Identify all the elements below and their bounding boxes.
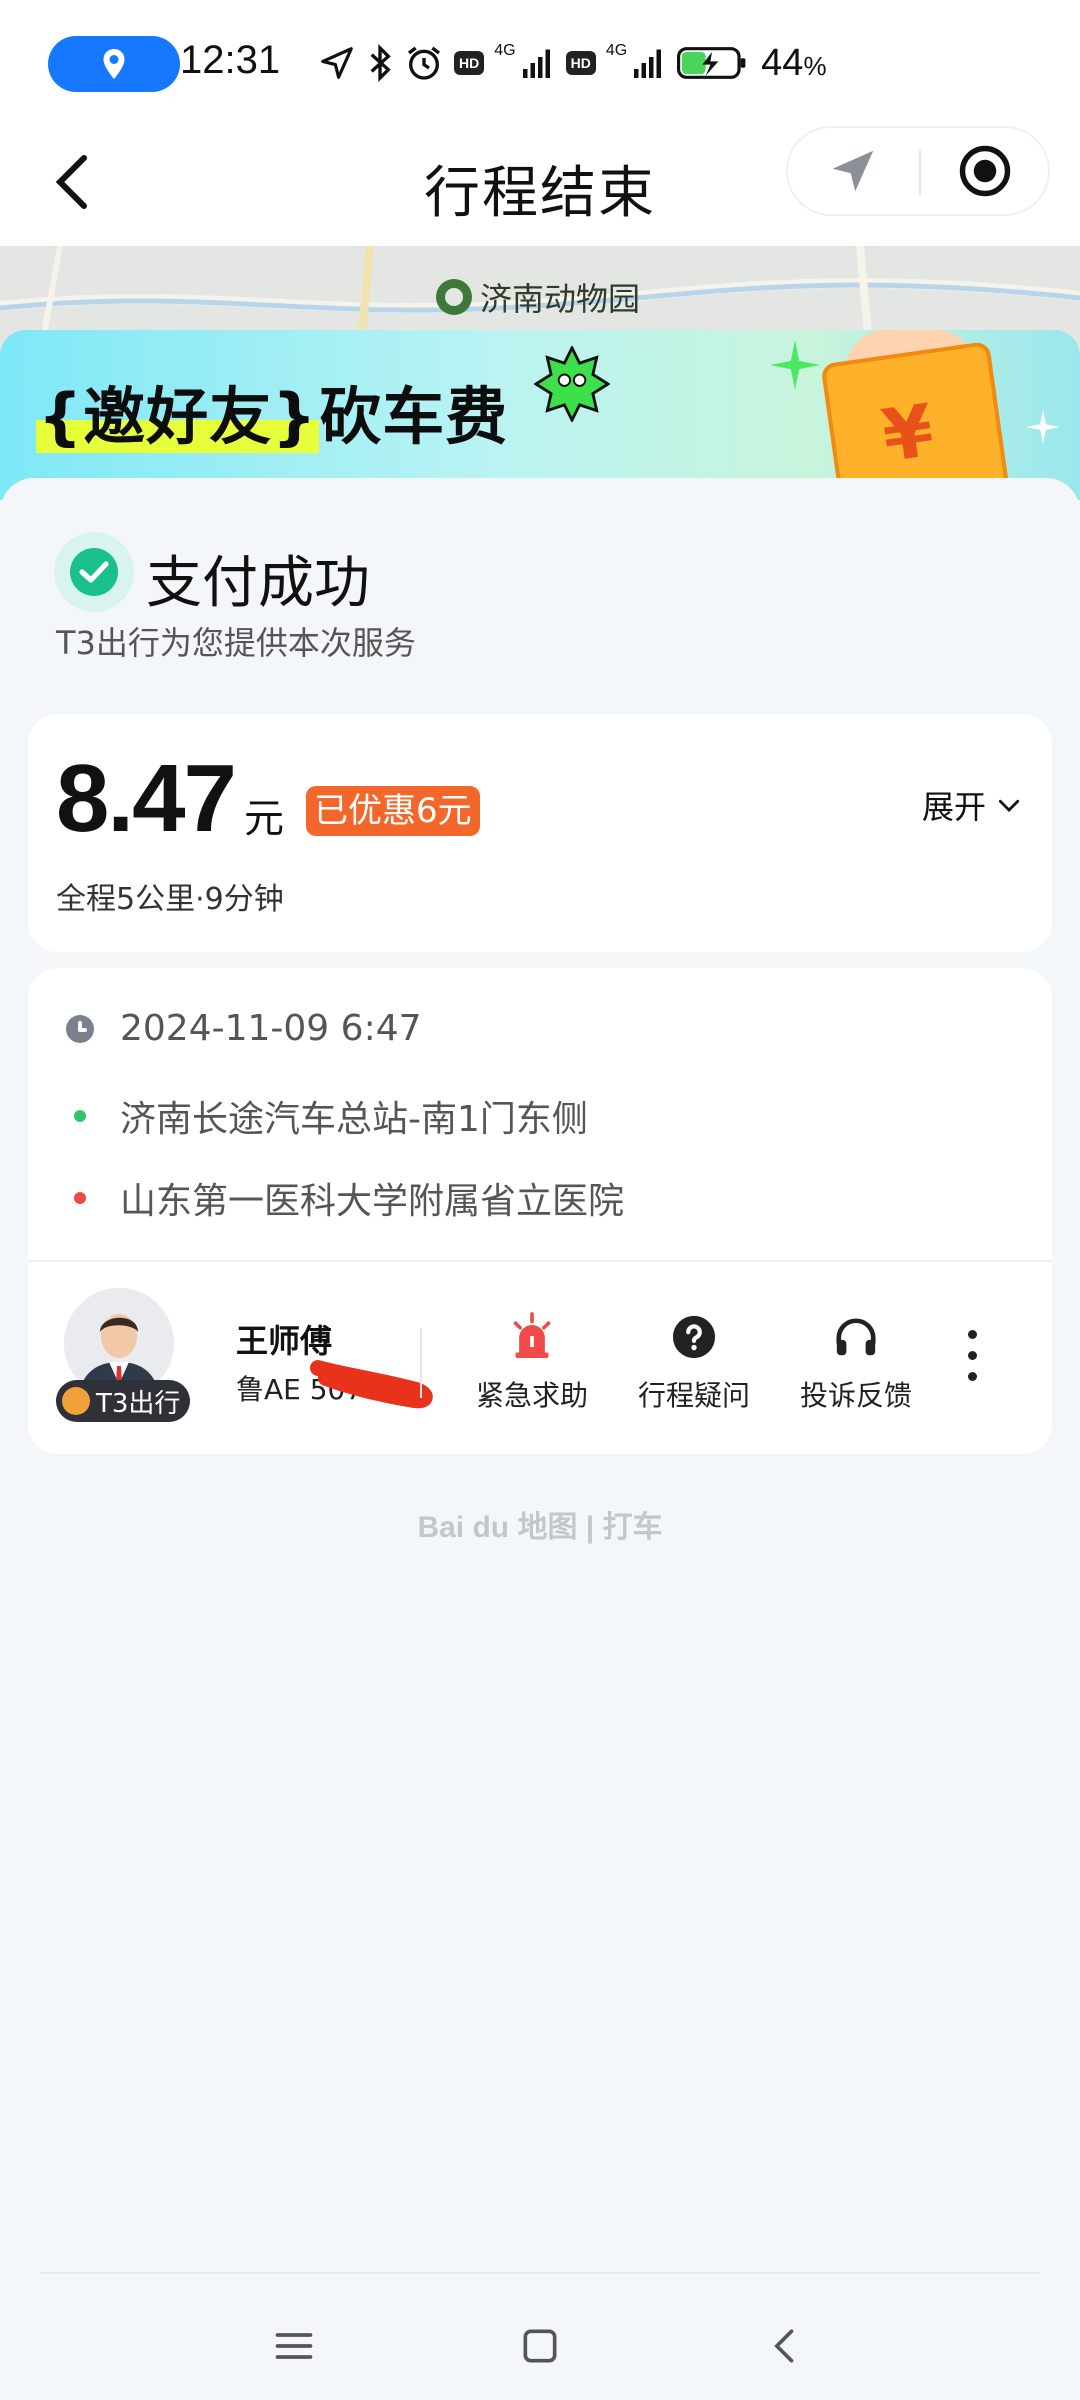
hd-badge-1: HD: [454, 51, 485, 75]
payment-success-badge: [54, 532, 134, 612]
destination-dot-icon: [74, 1192, 86, 1204]
trip-destination: 山东第一医科大学附属省立医院: [120, 1181, 625, 1222]
nav-separator: [40, 2272, 1040, 2274]
alarm-clock-icon: [408, 46, 440, 80]
question-icon: [672, 1315, 716, 1359]
bluetooth-icon: [370, 43, 391, 83]
card-divider: [28, 1260, 1052, 1262]
network-type-1: 4G: [494, 42, 516, 59]
more-dot-icon: [967, 1330, 977, 1339]
trip-details-card: 2024-11-09 6:47 济南长途汽车总站-南1门东侧 山东第一医科大学附…: [28, 968, 1052, 1454]
emergency-help-button[interactable]: 紧急求助: [462, 1308, 602, 1414]
banner-text: {邀好友}砍车费: [36, 380, 509, 453]
trip-origin: 济南长途汽车总站-南1门东侧: [120, 1099, 588, 1140]
recent-apps-button[interactable]: [264, 2316, 324, 2376]
map-poi-label[interactable]: 济南动物园: [436, 274, 640, 320]
fare-amount: 8.47: [56, 745, 237, 852]
clock-icon: [66, 1014, 94, 1043]
fare-card: 8.47 元 已优惠6元 展开 全程5公里·9分钟: [28, 714, 1052, 952]
network-type-2: 4G: [605, 42, 628, 59]
trip-time-row: 2024-11-09 6:47: [66, 1008, 422, 1049]
trip-destination-row: 山东第一医科大学附属省立医院: [66, 1172, 624, 1224]
burst-face-icon: [534, 346, 610, 422]
location-pin-icon: [103, 49, 125, 79]
payment-status: 支付成功: [146, 551, 370, 616]
discount-badge: 已优惠6元: [306, 786, 480, 836]
more-options-button[interactable]: [962, 1330, 982, 1390]
signal-icon: [522, 49, 550, 78]
brand-badge: T3出行: [56, 1380, 191, 1422]
home-square-icon: [523, 2329, 557, 2363]
status-icons: HD 4G HD 4G 44%: [318, 38, 827, 88]
hd-badge-2: HD: [565, 51, 596, 75]
chevron-down-icon: [998, 799, 1020, 812]
signal-icon: [634, 49, 662, 78]
expand-fare-button[interactable]: 展开: [922, 782, 1024, 828]
navigation-arrow-icon: [321, 47, 353, 79]
status-time: 12:31: [180, 38, 281, 82]
sparkle-icon: [770, 340, 820, 390]
headset-icon: [836, 1318, 876, 1356]
baidu-map-watermark: Bai du 地图 | 打车: [417, 1511, 663, 1544]
coupon-ticket-illustration: ¥: [820, 340, 1010, 500]
chevron-left-icon: [774, 2329, 794, 2363]
check-icon: [79, 561, 109, 583]
driver-divider: [420, 1328, 422, 1398]
trip-question-button[interactable]: 行程疑问: [624, 1308, 764, 1414]
status-bar: 12:31 HD 4G HD 4G 44%: [0, 0, 1080, 124]
nav-bar: 行程结束: [0, 124, 1080, 246]
nav-actions-capsule: [786, 126, 1050, 216]
origin-dot-icon: [74, 1110, 86, 1122]
navigation-arrow-icon: [832, 150, 874, 192]
target-icon: [959, 145, 1011, 197]
more-dot-icon: [967, 1351, 977, 1360]
trip-distance-duration: 全程5公里·9分钟: [56, 882, 284, 917]
location-pill[interactable]: [48, 36, 180, 92]
locate-button[interactable]: [788, 128, 918, 214]
zoo-poi-icon: [436, 279, 472, 315]
menu-icon: [275, 2333, 313, 2359]
close-miniapp-button[interactable]: [920, 128, 1050, 214]
fare-unit: 元: [244, 796, 284, 842]
battery-charging-icon: [677, 47, 746, 79]
promo-banner[interactable]: {邀好友}砍车费 ¥: [0, 330, 1080, 500]
system-back-button[interactable]: [756, 2316, 816, 2376]
trip-origin-row: 济南长途汽车总站-南1门东侧: [66, 1090, 588, 1142]
t3-logo-icon: [62, 1387, 90, 1415]
battery-percent: 44%: [761, 41, 827, 84]
system-navigation-bar: [0, 2272, 1080, 2400]
alarm-icon: [513, 1312, 551, 1358]
trip-summary-sheet: 支付成功 T3出行为您提供本次服务 8.47 元 已优惠6元 展开 全程5公里·…: [0, 478, 1080, 2200]
service-provider-note: T3出行为您提供本次服务: [56, 624, 416, 662]
trip-datetime: 2024-11-09 6:47: [120, 1008, 422, 1049]
home-button[interactable]: [510, 2316, 570, 2376]
complaint-feedback-button[interactable]: 投诉反馈: [786, 1308, 926, 1414]
more-dot-icon: [967, 1372, 977, 1381]
sparkle-icon: [1026, 410, 1060, 444]
redaction-scribble: [310, 1360, 433, 1409]
